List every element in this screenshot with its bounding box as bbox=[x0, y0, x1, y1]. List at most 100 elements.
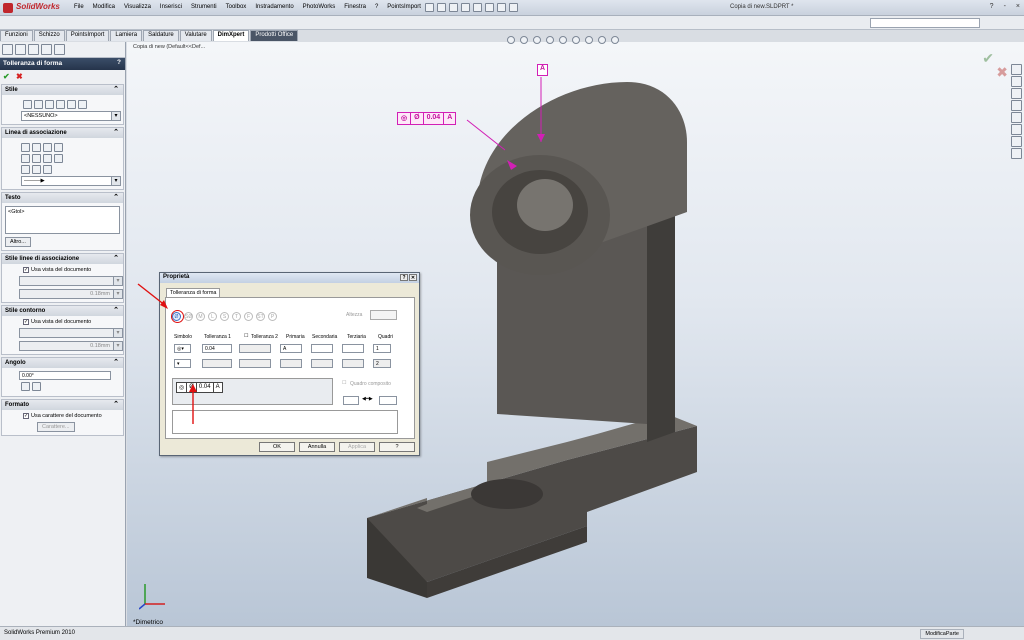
view-palette-icon[interactable] bbox=[1011, 112, 1022, 123]
tab-valutare[interactable]: Valutare bbox=[179, 30, 212, 41]
options-icon[interactable] bbox=[509, 3, 518, 12]
config-manager-icon[interactable] bbox=[28, 44, 39, 55]
rebuild-icon[interactable] bbox=[497, 3, 506, 12]
primary-datum-input[interactable]: A bbox=[280, 344, 302, 353]
mmc-icon[interactable]: M bbox=[196, 312, 205, 321]
section-stile-contorno-header[interactable]: Stile contorno bbox=[2, 306, 123, 316]
new-icon[interactable] bbox=[425, 3, 434, 12]
projected-tolerance-icon[interactable]: P bbox=[268, 312, 277, 321]
tolerance1-input[interactable]: 0.04 bbox=[202, 344, 232, 353]
leader-bent-icon[interactable] bbox=[32, 143, 41, 152]
leader-perp-icon[interactable] bbox=[21, 165, 30, 174]
rfs-icon[interactable]: S bbox=[220, 312, 229, 321]
menu-inserisci[interactable]: Inserisci bbox=[160, 4, 182, 10]
secondary-datum-input-2[interactable] bbox=[311, 359, 333, 368]
select-icon[interactable] bbox=[485, 3, 494, 12]
tab-funzioni[interactable]: Funzioni bbox=[0, 30, 33, 41]
search-results-icon[interactable] bbox=[1011, 100, 1022, 111]
vertical-text-icon[interactable] bbox=[32, 382, 41, 391]
style-update-icon[interactable] bbox=[34, 100, 43, 109]
symbol-select-2[interactable]: ▾ bbox=[174, 359, 191, 368]
minimize-button[interactable]: - bbox=[1004, 3, 1006, 10]
tab-prodotti-office[interactable]: Prodotti Office bbox=[250, 30, 299, 41]
dialog-help-icon[interactable]: ? bbox=[400, 274, 408, 281]
tolerance2-input[interactable] bbox=[239, 344, 271, 353]
tertiary-datum-input-2[interactable] bbox=[342, 359, 364, 368]
free-state-icon[interactable]: F bbox=[244, 312, 253, 321]
style-add-icon[interactable] bbox=[45, 100, 54, 109]
annulla-button[interactable]: Annulla bbox=[299, 442, 335, 452]
leader-nearest-icon[interactable] bbox=[43, 154, 52, 163]
custom-properties-icon[interactable] bbox=[1011, 136, 1022, 147]
display-manager-icon[interactable] bbox=[54, 44, 65, 55]
section-stile-header[interactable]: Stile bbox=[2, 85, 123, 95]
border-style-select[interactable] bbox=[19, 328, 123, 338]
style-default-icon[interactable] bbox=[23, 100, 32, 109]
style-load-icon[interactable] bbox=[78, 100, 87, 109]
leader-line-weight-select[interactable]: 0.18mm bbox=[19, 289, 123, 299]
style-select[interactable]: <NESSUNO> bbox=[21, 111, 121, 121]
menu-pointsimport[interactable]: PointsImport bbox=[387, 4, 421, 10]
leader-left-icon[interactable] bbox=[21, 154, 30, 163]
property-manager-icon[interactable] bbox=[15, 44, 26, 55]
menu-finestra[interactable]: Finestra bbox=[344, 4, 366, 10]
leader-none-icon[interactable] bbox=[43, 143, 52, 152]
border-weight-select[interactable]: 0.18mm bbox=[19, 341, 123, 351]
leader-right-icon[interactable] bbox=[32, 154, 41, 163]
between-right-input[interactable] bbox=[379, 396, 397, 405]
doc-font-checkbox[interactable]: ✓ Usa carattere del documento bbox=[23, 413, 120, 419]
border-doc-display-checkbox[interactable]: ✓ Usa vista del documento bbox=[23, 319, 120, 325]
tolerance2-checkbox[interactable]: ☐ bbox=[244, 333, 248, 339]
menu-file[interactable]: File bbox=[74, 4, 84, 10]
tab-dimxpert[interactable]: DimXpert bbox=[212, 30, 250, 41]
help-button[interactable]: ? bbox=[990, 3, 994, 10]
style-save-icon[interactable] bbox=[67, 100, 76, 109]
leader-straight-icon[interactable] bbox=[21, 143, 30, 152]
panel-help-icon[interactable]: ? bbox=[117, 59, 121, 66]
section-stile-linee-header[interactable]: Stile linee di associazione bbox=[2, 254, 123, 264]
primary-datum-input-2[interactable] bbox=[280, 359, 302, 368]
statistical-icon[interactable]: ST bbox=[256, 312, 265, 321]
composite-frame-checkbox[interactable]: ☐ bbox=[342, 380, 346, 386]
tangent-plane-icon[interactable]: T bbox=[232, 312, 241, 321]
appearances-icon[interactable] bbox=[1011, 124, 1022, 135]
more-button[interactable]: Altro... bbox=[5, 237, 31, 247]
tab-tolleranza-forma[interactable]: Tolleranza di forma bbox=[166, 288, 221, 297]
dialog-help-button[interactable]: ? bbox=[379, 442, 415, 452]
file-explorer-icon[interactable] bbox=[1011, 88, 1022, 99]
height-input[interactable] bbox=[370, 310, 397, 320]
between-left-input[interactable] bbox=[343, 396, 359, 405]
style-delete-icon[interactable] bbox=[56, 100, 65, 109]
section-formato-header[interactable]: Formato bbox=[2, 400, 123, 410]
open-icon[interactable] bbox=[437, 3, 446, 12]
undo-icon[interactable] bbox=[473, 3, 482, 12]
menu-instradamento[interactable]: Instradamento bbox=[255, 4, 293, 10]
leader-all-icon[interactable] bbox=[32, 165, 41, 174]
font-button[interactable]: Carattere... bbox=[37, 422, 75, 432]
print-icon[interactable] bbox=[461, 3, 470, 12]
tab-pointsimport[interactable]: PointsImport bbox=[65, 30, 110, 41]
angle-input[interactable]: 0.00° bbox=[19, 371, 111, 380]
cancel-x-icon[interactable]: ✖ bbox=[16, 72, 23, 81]
tab-schizzo[interactable]: Schizzo bbox=[33, 30, 65, 41]
leader-multi-icon[interactable] bbox=[54, 154, 63, 163]
leader-auto-icon[interactable] bbox=[54, 143, 63, 152]
symbol-select-1[interactable]: ◎▾ bbox=[174, 344, 191, 353]
tolerance2-input-2[interactable] bbox=[239, 359, 271, 368]
secondary-datum-input[interactable] bbox=[311, 344, 333, 353]
design-library-icon[interactable] bbox=[1011, 76, 1022, 87]
section-angolo-header[interactable]: Angolo bbox=[2, 358, 123, 368]
feature-tree-icon[interactable] bbox=[2, 44, 13, 55]
menu-help[interactable]: ? bbox=[375, 4, 378, 10]
ok-button[interactable]: OK bbox=[259, 442, 295, 452]
leader-line-style-select[interactable] bbox=[19, 276, 123, 286]
below-frame-text[interactable] bbox=[172, 410, 398, 434]
close-button[interactable]: × bbox=[1016, 3, 1020, 10]
search-input[interactable] bbox=[870, 18, 980, 28]
tab-lamiera[interactable]: Lamiera bbox=[110, 30, 143, 41]
horizontal-text-icon[interactable] bbox=[21, 382, 30, 391]
dimxpert-manager-icon[interactable] bbox=[41, 44, 52, 55]
leader-smart-icon[interactable] bbox=[43, 165, 52, 174]
section-linea-header[interactable]: Linea di associazione bbox=[2, 128, 123, 138]
menu-strumenti[interactable]: Strumenti bbox=[191, 4, 217, 10]
